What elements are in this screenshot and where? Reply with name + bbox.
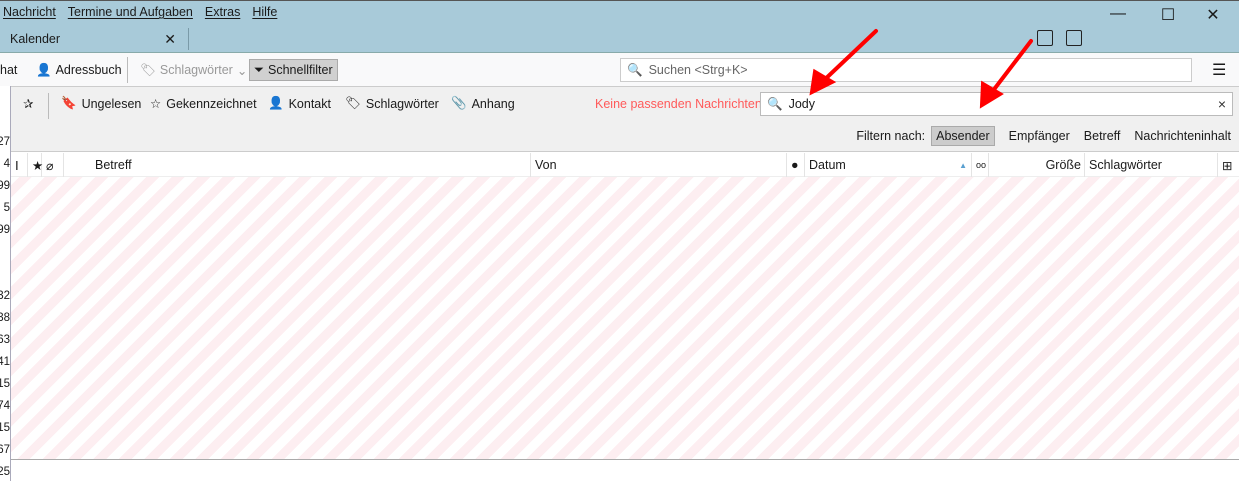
annotation-arrow-1 bbox=[818, 29, 878, 86]
annotation-arrows bbox=[809, 29, 1033, 109]
annotation-arrow-2 bbox=[987, 39, 1033, 98]
